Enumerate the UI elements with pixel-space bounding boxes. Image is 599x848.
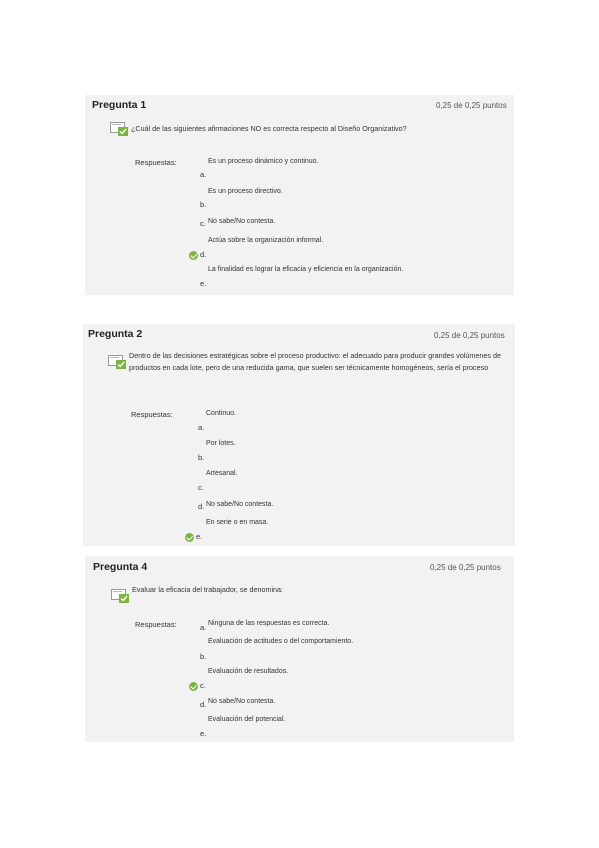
answer-text-b: Es un proceso directivo. xyxy=(208,188,283,195)
answer-letter-c[interactable]: c. xyxy=(198,483,204,492)
answer-text-d: Actúa sobre la organización informal. xyxy=(208,237,324,244)
answer-letter-d[interactable]: d. xyxy=(198,502,204,511)
answer-text-c: Artesanal. xyxy=(206,470,238,477)
answer-letter-a[interactable]: a. xyxy=(200,623,206,632)
answer-letter-e[interactable]: e. xyxy=(196,532,202,541)
responses-label: Respuestas: xyxy=(131,410,173,419)
answer-text-e: En serie o en masa. xyxy=(206,519,269,526)
answer-letter-b[interactable]: b. xyxy=(200,652,206,661)
answer-letter-a[interactable]: a. xyxy=(198,423,204,432)
answer-letter-d[interactable]: d. xyxy=(200,700,206,709)
answer-text-a: Continuo. xyxy=(206,410,236,417)
question-score: 0,25 de 0,25 puntos xyxy=(430,563,501,572)
answer-text-a: Ninguna de las respuestas es correcta. xyxy=(208,620,330,627)
answer-letter-e[interactable]: e. xyxy=(200,729,206,738)
question-title: Pregunta 1 xyxy=(92,99,147,111)
answer-text-e: Evaluación del potencial. xyxy=(208,716,286,723)
answer-text-d: No sabe/No contesta. xyxy=(206,501,274,508)
answer-text-b: Por lotes. xyxy=(206,440,236,447)
question-title: Pregunta 4 xyxy=(93,561,148,573)
answer-letter-e[interactable]: e. xyxy=(200,279,206,288)
question-text: ¿Cuál de las siguientes afirmaciones NO … xyxy=(131,124,407,133)
answer-text-c: No sabe/No contesta. xyxy=(208,218,276,225)
checked-document-icon xyxy=(111,589,129,603)
question-score: 0,25 de 0,25 puntos xyxy=(434,331,505,340)
answer-letter-c[interactable]: c. xyxy=(200,219,206,228)
check-circle-icon xyxy=(189,251,198,260)
answer-letter-d[interactable]: d. xyxy=(200,250,206,259)
question-score: 0,25 de 0,25 puntos xyxy=(436,101,507,110)
answer-letter-b[interactable]: b. xyxy=(198,453,204,462)
responses-label: Respuestas: xyxy=(135,620,177,629)
responses-label: Respuestas: xyxy=(135,158,177,167)
question-title: Pregunta 2 xyxy=(88,328,143,340)
check-circle-icon xyxy=(189,682,198,691)
question-text: Dentro de las decisiones estratégicas so… xyxy=(129,351,501,372)
answer-text-d: No sabe/No contesta. xyxy=(208,698,276,705)
question-text: Evaluar la eficacia del trabajador, se d… xyxy=(132,585,284,594)
check-circle-icon xyxy=(185,533,194,542)
answer-text-a: Es un proceso dinámico y continuo. xyxy=(208,158,319,165)
answer-letter-b[interactable]: b. xyxy=(200,200,206,209)
answer-letter-c[interactable]: c. xyxy=(200,681,206,690)
checked-document-icon xyxy=(108,355,126,369)
answer-text-e: La finalidad es lograr la eficacia y efi… xyxy=(208,266,404,273)
answer-letter-a[interactable]: a. xyxy=(200,170,206,179)
answer-text-c: Evaluación de resultados. xyxy=(208,668,289,675)
checked-document-icon xyxy=(110,122,128,136)
answer-text-b: Evaluación de actitudes o del comportami… xyxy=(208,638,354,645)
